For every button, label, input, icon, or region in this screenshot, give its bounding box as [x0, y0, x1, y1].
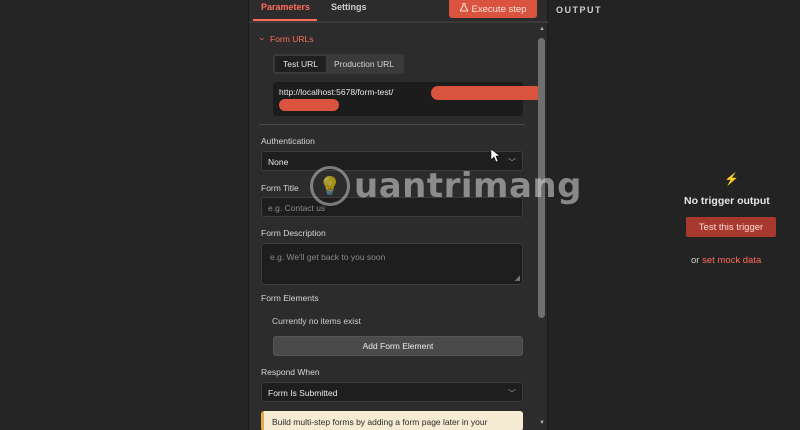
form-elements-empty-text: Currently no items exist: [272, 316, 361, 326]
form-description-placeholder: e.g. We'll get back to you soon: [270, 252, 386, 262]
redaction-mark: [279, 99, 339, 111]
authentication-label: Authentication: [261, 136, 315, 146]
tab-test-url[interactable]: Test URL: [275, 56, 326, 72]
url-type-tabs: Test URL Production URL: [273, 54, 404, 74]
respond-when-label: Respond When: [261, 367, 320, 377]
redaction-mark: [431, 86, 543, 100]
respond-when-select[interactable]: Form Is Submitted ﹀: [261, 382, 523, 402]
mock-prefix: or: [691, 255, 700, 266]
canvas-background: [0, 0, 248, 430]
respond-when-value: Form Is Submitted: [268, 388, 338, 398]
chevron-down-icon: ﹀: [508, 389, 516, 398]
no-trigger-output-text: No trigger output: [684, 195, 770, 207]
form-elements-label: Form Elements: [261, 293, 319, 303]
form-description-textarea[interactable]: e.g. We'll get back to you soon ◢: [261, 243, 523, 285]
form-url-display[interactable]: http://localhost:5678/form-test/: [273, 82, 543, 116]
divider: [259, 124, 525, 125]
chevron-down-icon: ›: [257, 37, 268, 41]
form-description-label: Form Description: [261, 228, 326, 238]
parameters-panel: Parameters Settings Execute step › Form …: [248, 0, 549, 430]
lightning-icon: ⚡: [724, 172, 739, 186]
form-url-text: http://localhost:5678/form-test/: [279, 87, 394, 97]
authentication-value: None: [268, 157, 289, 167]
mouse-cursor-icon: [491, 149, 501, 163]
scroll-up-arrow-icon[interactable]: ▲: [538, 26, 546, 32]
mock-data-line: or set mock data: [691, 255, 761, 266]
set-mock-data-link[interactable]: set mock data: [702, 255, 761, 266]
add-form-element-button[interactable]: Add Form Element: [273, 336, 523, 356]
form-urls-label: Form URLs: [270, 34, 314, 44]
form-urls-section-toggle[interactable]: › Form URLs: [257, 34, 314, 44]
form-title-label: Form Title: [261, 183, 299, 193]
lightbulb-icon: 💡: [310, 166, 350, 206]
watermark-logo: 💡 uantrimang: [310, 166, 582, 206]
tab-settings[interactable]: Settings: [331, 2, 367, 12]
execute-step-button[interactable]: Execute step: [449, 0, 537, 18]
test-trigger-button[interactable]: Test this trigger: [686, 217, 776, 237]
resize-handle-icon[interactable]: ◢: [515, 274, 520, 282]
active-tab-indicator: [253, 19, 317, 21]
output-title: OUTPUT: [556, 5, 602, 15]
panel-tabs: Parameters Settings Execute step: [249, 0, 549, 22]
flask-icon: [458, 2, 469, 15]
watermark-text: uantrimang: [354, 166, 582, 206]
multi-step-notice: Build multi-step forms by adding a form …: [261, 411, 523, 430]
output-panel: [548, 0, 800, 430]
tab-parameters[interactable]: Parameters: [261, 2, 310, 12]
scroll-down-arrow-icon[interactable]: ▼: [538, 420, 546, 426]
execute-step-label: Execute step: [471, 3, 527, 15]
tab-production-url[interactable]: Production URL: [326, 56, 402, 72]
